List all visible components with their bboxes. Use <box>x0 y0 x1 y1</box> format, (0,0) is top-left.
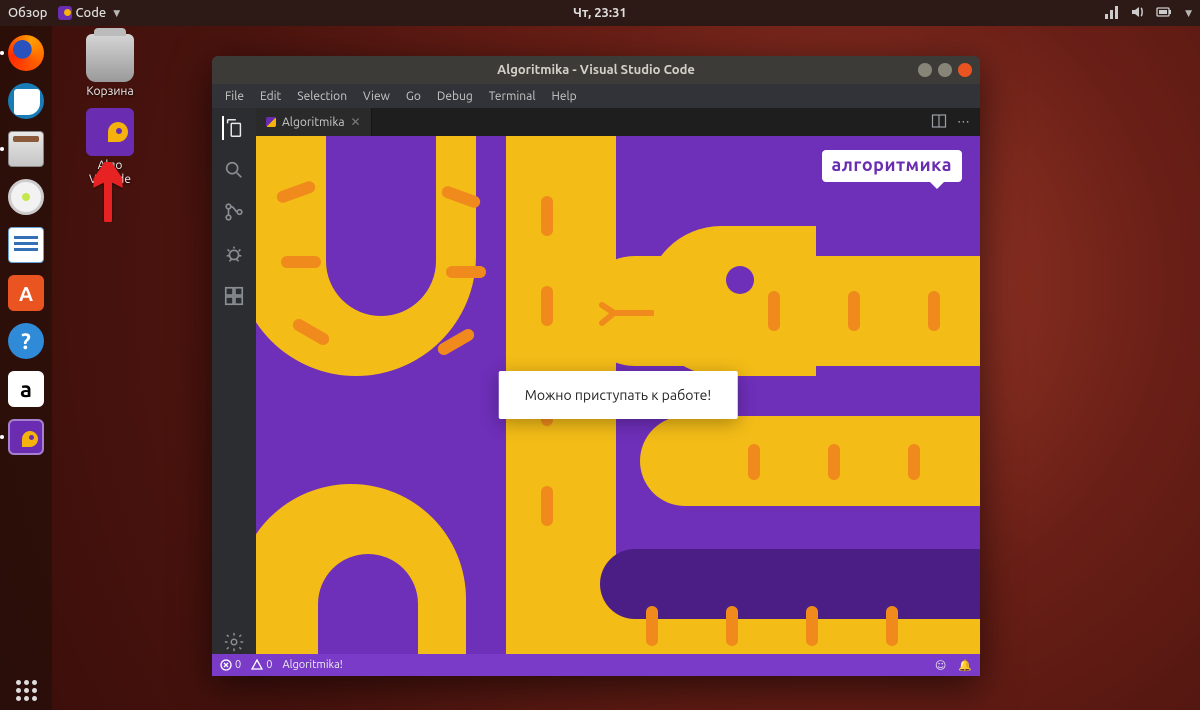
activity-debug[interactable] <box>222 242 246 266</box>
status-feedback-icon[interactable]: ☺ <box>935 659 946 672</box>
dock-item-amazon[interactable]: a <box>5 368 47 410</box>
system-menu-icon[interactable]: ▼ <box>1185 8 1192 19</box>
activity-settings[interactable] <box>222 630 246 654</box>
window-minimize-button[interactable] <box>918 63 932 77</box>
activity-bar <box>212 108 256 654</box>
show-applications-button[interactable] <box>0 670 52 710</box>
menu-file[interactable]: File <box>218 88 251 105</box>
launcher-dock: ? a <box>0 26 52 670</box>
status-bell-icon[interactable]: 🔔 <box>958 659 972 672</box>
network-icon[interactable] <box>1104 4 1120 23</box>
dock-item-writer[interactable] <box>5 224 47 266</box>
activity-explorer[interactable] <box>222 116 246 140</box>
desktop-icon-trash[interactable]: Корзина <box>70 34 150 98</box>
battery-icon[interactable] <box>1156 4 1172 23</box>
chevron-down-icon: ▼ <box>113 8 120 19</box>
app-menu-label: Code <box>76 6 107 20</box>
algoritmika-icon <box>86 108 134 156</box>
window-title: Algoritmika - Visual Studio Code <box>497 63 695 77</box>
window-close-button[interactable] <box>958 63 972 77</box>
menu-selection[interactable]: Selection <box>290 88 354 105</box>
activity-extensions[interactable] <box>222 284 246 308</box>
dock-item-rhythmbox[interactable] <box>5 176 47 218</box>
status-bar: 0 0 Algoritmika! ☺ 🔔 <box>212 654 980 676</box>
menu-go[interactable]: Go <box>399 88 428 105</box>
menu-debug[interactable]: Debug <box>430 88 480 105</box>
editor-area: Algoritmika ✕ ⋯ <box>256 108 980 654</box>
activity-scm[interactable] <box>222 200 246 224</box>
algoritmika-logo: алгоритмика <box>822 150 962 182</box>
desktop-icon-label: Корзина <box>70 85 150 98</box>
tab-algoritmika[interactable]: Algoritmika ✕ <box>256 108 372 136</box>
dock-item-files[interactable] <box>5 128 47 170</box>
dock-item-software[interactable] <box>5 272 47 314</box>
status-errors[interactable]: 0 <box>220 659 241 671</box>
tab-close-icon[interactable]: ✕ <box>351 115 361 129</box>
vscode-window: Algoritmika - Visual Studio Code File Ed… <box>212 56 980 676</box>
clock[interactable]: Чт, 23:31 <box>573 6 627 20</box>
menu-help[interactable]: Help <box>544 88 583 105</box>
more-actions-icon[interactable]: ⋯ <box>957 115 970 130</box>
trash-icon <box>86 34 134 82</box>
status-warnings[interactable]: 0 <box>251 659 272 671</box>
algoritmika-tab-icon <box>266 117 276 127</box>
dock-item-help[interactable]: ? <box>5 320 47 362</box>
tab-label: Algoritmika <box>282 116 345 129</box>
menu-terminal[interactable]: Terminal <box>482 88 543 105</box>
menu-edit[interactable]: Edit <box>253 88 288 105</box>
window-maximize-button[interactable] <box>938 63 952 77</box>
dock-item-thunderbird[interactable] <box>5 80 47 122</box>
dock-item-firefox[interactable] <box>5 32 47 74</box>
top-panel: Обзор Code ▼ Чт, 23:31 ▼ <box>0 0 1200 26</box>
menu-view[interactable]: View <box>356 88 397 105</box>
editor-tabs: Algoritmika ✕ ⋯ <box>256 108 980 136</box>
dock-item-algo-vscode[interactable] <box>5 416 47 458</box>
activity-search[interactable] <box>222 158 246 182</box>
annotation-arrow <box>88 162 128 222</box>
split-editor-icon[interactable] <box>931 113 947 132</box>
ready-message: Можно приступать к работе! <box>499 371 738 419</box>
welcome-canvas: алгоритмика Можно приступать к работе! <box>256 136 980 654</box>
activities-button[interactable]: Обзор <box>8 6 48 20</box>
status-extension[interactable]: Algoritmika! <box>282 659 342 671</box>
menu-bar: File Edit Selection View Go Debug Termin… <box>212 84 980 108</box>
window-titlebar[interactable]: Algoritmika - Visual Studio Code <box>212 56 980 84</box>
app-menu[interactable]: Code ▼ <box>58 6 121 20</box>
volume-icon[interactable] <box>1130 4 1146 23</box>
